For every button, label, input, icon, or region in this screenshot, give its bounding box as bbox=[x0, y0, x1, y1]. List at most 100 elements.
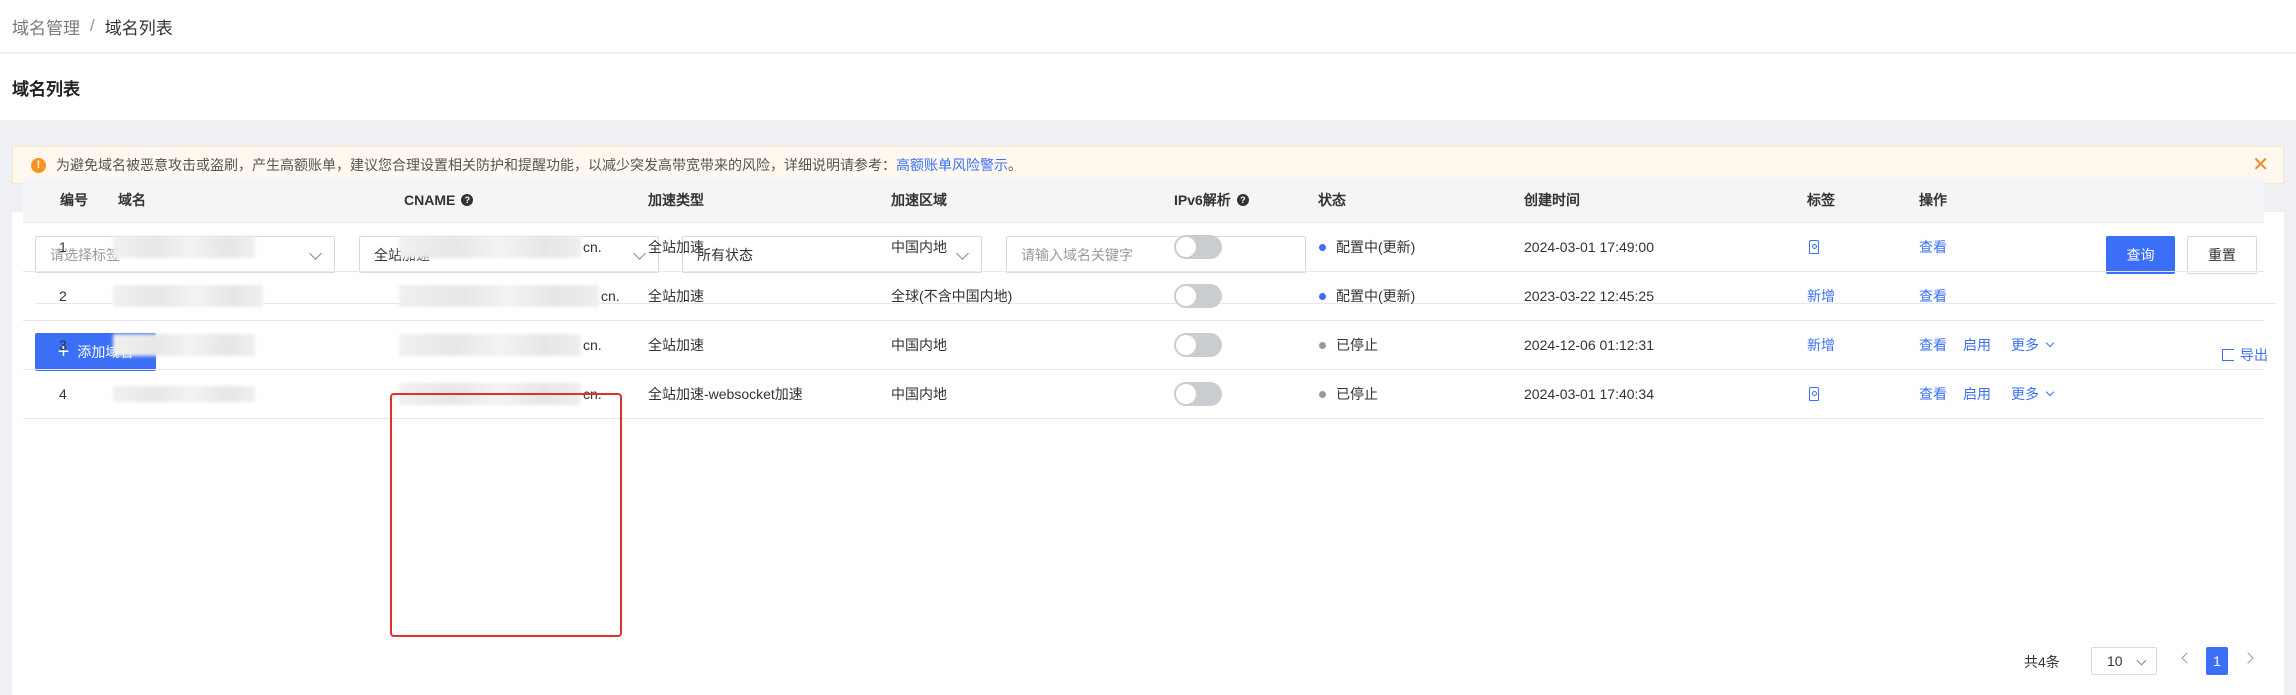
chevron-down-icon bbox=[2136, 655, 2147, 666]
header-region: 加速区域 bbox=[891, 191, 947, 208]
table-row: 4 cn. 全站加速-websocket加速 中国内地 已停止 2024-03-… bbox=[23, 370, 2264, 419]
accel-region: 全球(不含中国内地) bbox=[891, 288, 1013, 304]
header-ipv6: IPv6解析 ? bbox=[1174, 177, 1249, 222]
accel-type: 全站加速 bbox=[648, 288, 704, 304]
view-link[interactable]: 查看 bbox=[1919, 384, 1947, 404]
header-type: 加速类型 bbox=[648, 191, 704, 208]
breadcrumb-separator: / bbox=[90, 16, 95, 35]
created-time: 2024-12-06 01:12:31 bbox=[1524, 337, 1654, 353]
domain-redacted bbox=[113, 223, 255, 271]
domain-redacted bbox=[113, 321, 255, 369]
status-cell: 已停止 bbox=[1319, 370, 1378, 418]
domain-redacted bbox=[113, 272, 263, 320]
breadcrumb: 域名管理 / 域名列表 bbox=[0, 0, 2296, 53]
more-link[interactable]: 更多 bbox=[2011, 335, 2039, 355]
status-cell: 已停止 bbox=[1319, 321, 1378, 369]
action-cell: 查看 启用 更多 bbox=[1919, 321, 2055, 369]
status-cell: 配置中(更新) bbox=[1319, 272, 1415, 320]
header-no: 编号 bbox=[60, 191, 88, 208]
view-link[interactable]: 查看 bbox=[1919, 286, 1947, 306]
created-time: 2023-03-22 12:45:25 bbox=[1524, 288, 1654, 304]
breadcrumb-current: 域名列表 bbox=[104, 18, 173, 38]
help-icon[interactable]: ? bbox=[1236, 193, 1249, 206]
tag-cell[interactable] bbox=[1809, 370, 1819, 418]
breadcrumb-parent[interactable]: 域名管理 bbox=[12, 14, 80, 39]
page-size-select[interactable]: 10 bbox=[2091, 647, 2157, 675]
warning-icon: ! bbox=[31, 157, 46, 173]
page-header: 域名列表 bbox=[0, 54, 2296, 120]
header-status: 状态 bbox=[1318, 191, 1346, 208]
action-cell: 查看 bbox=[1919, 272, 1947, 320]
tag-icon[interactable] bbox=[1809, 240, 1819, 254]
current-page[interactable]: 1 bbox=[2206, 647, 2228, 675]
enable-link[interactable]: 启用 bbox=[1963, 335, 1991, 355]
tag-cell[interactable] bbox=[1809, 223, 1819, 271]
help-icon[interactable]: ? bbox=[461, 193, 474, 206]
cname-cell: cn. bbox=[399, 321, 602, 369]
tag-cell: 新增 bbox=[1807, 272, 1835, 320]
row-no: 4 bbox=[59, 386, 67, 402]
cname-cell: cn. bbox=[399, 370, 602, 418]
tag-add-link[interactable]: 新增 bbox=[1807, 335, 1835, 355]
header-created: 创建时间 bbox=[1524, 191, 1580, 208]
view-link[interactable]: 查看 bbox=[1919, 237, 1947, 257]
domain-redacted bbox=[113, 370, 255, 418]
page-size-value: 10 bbox=[2107, 653, 2123, 669]
status-dot bbox=[1319, 243, 1326, 251]
cname-suffix: cn. bbox=[583, 239, 602, 255]
tag-cell: 新增 bbox=[1807, 321, 1835, 369]
cname-cell: cn. bbox=[399, 223, 602, 271]
action-cell: 查看 启用 更多 bbox=[1919, 370, 2055, 418]
accel-region: 中国内地 bbox=[891, 337, 947, 353]
status-dot bbox=[1319, 292, 1326, 300]
domain-table: 编号 域名 CNAME ? 加速类型 加速区域 IPv6解析 ? 状态 创建时间… bbox=[23, 177, 2264, 419]
row-no: 2 bbox=[59, 288, 67, 304]
header-ipv6-label: IPv6解析 bbox=[1174, 191, 1231, 208]
tag-icon[interactable] bbox=[1809, 387, 1819, 401]
accel-type: 全站加速-websocket加速 bbox=[648, 386, 803, 402]
cname-cell: cn. bbox=[399, 272, 620, 320]
close-icon[interactable]: ✕ bbox=[2252, 155, 2269, 175]
page-title: 域名列表 bbox=[12, 79, 80, 99]
ipv6-toggle[interactable] bbox=[1174, 370, 1222, 418]
header-tag: 标签 bbox=[1807, 191, 1835, 208]
ipv6-toggle[interactable] bbox=[1174, 321, 1222, 369]
accel-type: 全站加速 bbox=[648, 337, 704, 353]
enable-link[interactable]: 启用 bbox=[1963, 384, 1991, 404]
chevron-down-icon bbox=[2045, 338, 2055, 348]
status-cell: 配置中(更新) bbox=[1319, 223, 1415, 271]
accel-region: 中国内地 bbox=[891, 239, 947, 255]
status-text: 配置中(更新) bbox=[1336, 288, 1416, 304]
status-dot bbox=[1319, 390, 1326, 398]
row-no: 1 bbox=[59, 239, 67, 255]
cname-suffix: cn. bbox=[583, 386, 602, 402]
header-cname: CNAME ? bbox=[404, 177, 474, 222]
status-text: 已停止 bbox=[1336, 386, 1378, 402]
ipv6-toggle[interactable] bbox=[1174, 272, 1222, 320]
header-cname-label: CNAME bbox=[404, 191, 456, 208]
header-action: 操作 bbox=[1919, 191, 1947, 208]
ipv6-toggle[interactable] bbox=[1174, 223, 1222, 271]
notice-text: 为避免域名被恶意攻击或盗刷，产生高额账单，建议您合理设置相关防护和提醒功能，以减… bbox=[56, 157, 896, 173]
accel-region: 中国内地 bbox=[891, 386, 947, 402]
tag-add-link[interactable]: 新增 bbox=[1807, 286, 1835, 306]
status-text: 已停止 bbox=[1336, 337, 1378, 353]
row-no: 3 bbox=[59, 337, 67, 353]
chevron-down-icon bbox=[2045, 387, 2055, 397]
table-row: 1 cn. 全站加速 中国内地 配置中(更新) 2024-03-01 17:49… bbox=[23, 223, 2264, 272]
accel-type: 全站加速 bbox=[648, 239, 704, 255]
more-link[interactable]: 更多 bbox=[2011, 384, 2039, 404]
table-row: 3 cn. 全站加速 中国内地 已停止 2024-12-06 01:12:31 … bbox=[23, 321, 2264, 370]
created-time: 2024-03-01 17:49:00 bbox=[1524, 239, 1654, 255]
cname-suffix: cn. bbox=[583, 337, 602, 353]
pagination-total: 共4条 bbox=[2024, 654, 2060, 670]
notice-suffix: 。 bbox=[1008, 157, 1022, 173]
view-link[interactable]: 查看 bbox=[1919, 335, 1947, 355]
table-row: 2 cn. 全站加速 全球(不含中国内地) 配置中(更新) 2023-03-22… bbox=[23, 272, 2264, 321]
status-dot bbox=[1319, 341, 1326, 349]
table-header: 编号 域名 CNAME ? 加速类型 加速区域 IPv6解析 ? 状态 创建时间… bbox=[23, 177, 2264, 223]
cname-suffix: cn. bbox=[601, 288, 620, 304]
status-text: 配置中(更新) bbox=[1336, 239, 1416, 255]
created-time: 2024-03-01 17:40:34 bbox=[1524, 386, 1654, 402]
notice-link[interactable]: 高额账单风险警示 bbox=[896, 155, 1008, 175]
